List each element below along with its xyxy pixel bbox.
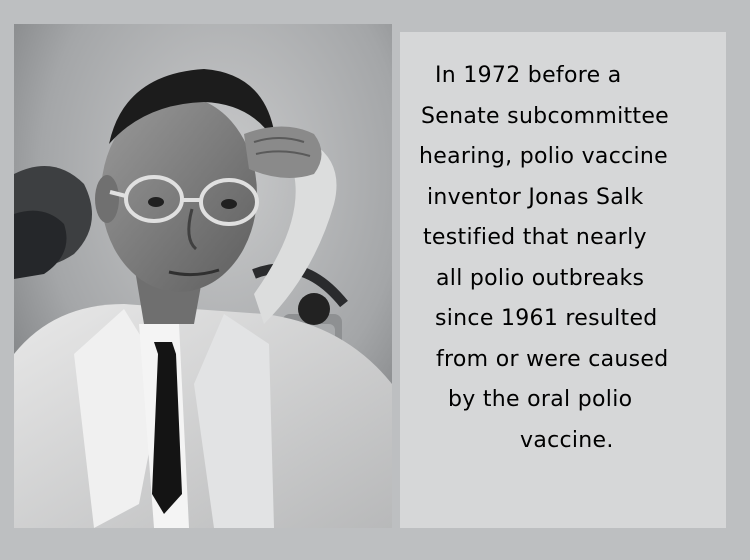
quote-line: since 1961 resulted	[435, 306, 658, 331]
quote-text: In 1972 before a Senate subcommittee hea…	[400, 32, 726, 453]
portrait-illustration	[14, 24, 392, 528]
meme-frame: In 1972 before a Senate subcommittee hea…	[0, 0, 750, 560]
quote-line: all polio outbreaks	[436, 265, 645, 291]
quote-line: In 1972 before a	[435, 63, 622, 88]
quote-line: Senate subcommittee	[421, 103, 670, 129]
quote-line: by the oral polio	[448, 387, 633, 412]
quote-panel: In 1972 before a Senate subcommittee hea…	[400, 32, 726, 528]
quote-line: vaccine.	[520, 427, 614, 453]
quote-line: from or were caused	[436, 346, 669, 372]
quote-line: inventor Jonas Salk	[427, 184, 644, 210]
quote-line: hearing, polio vaccine	[419, 144, 668, 169]
portrait-photo	[14, 24, 392, 528]
quote-line: testified that nearly	[423, 225, 647, 250]
